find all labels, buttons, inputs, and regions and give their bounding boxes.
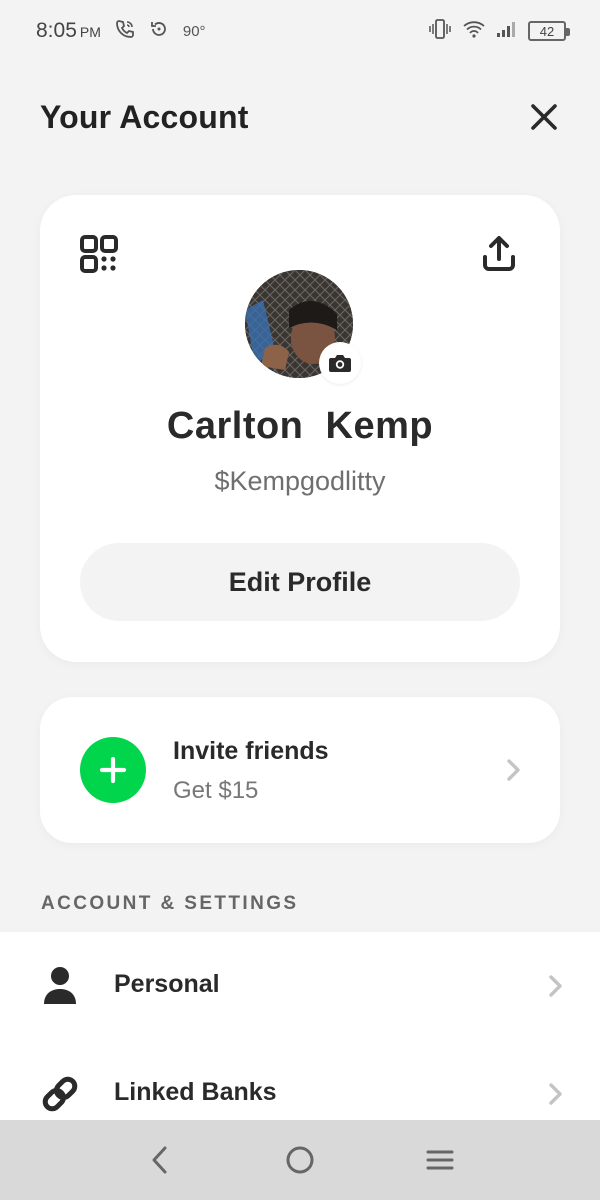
- menu-icon: [426, 1150, 454, 1170]
- status-bar-left: 8:05 PM 90°: [36, 19, 206, 44]
- plus-icon: [80, 737, 146, 803]
- invite-friends-card[interactable]: Invite friends Get $15: [40, 697, 560, 843]
- battery-level: 42: [539, 23, 555, 39]
- settings-item-label: Linked Banks: [114, 1078, 277, 1106]
- chevron-right-icon: [548, 1082, 564, 1111]
- person-icon: [38, 964, 82, 1008]
- profile-cashtag: $Kempgodlitty: [214, 466, 386, 496]
- vibrate-icon: [428, 18, 452, 45]
- link-icon: [38, 1072, 82, 1116]
- share-icon: [483, 236, 515, 271]
- nav-home-button[interactable]: [270, 1130, 330, 1190]
- nav-back-button[interactable]: [130, 1130, 190, 1190]
- change-photo-button[interactable]: [319, 342, 361, 384]
- close-button[interactable]: [524, 97, 564, 137]
- chevron-right-icon: [506, 758, 522, 787]
- share-button[interactable]: [480, 235, 520, 275]
- battery-indicator: 42: [528, 21, 570, 41]
- status-temperature: 90°: [182, 22, 206, 40]
- invite-title: Invite friends: [173, 737, 329, 765]
- qr-code-icon: [80, 235, 118, 273]
- back-icon: [152, 1146, 167, 1174]
- status-bar-right: 42: [428, 18, 570, 45]
- settings-list: Personal Linked Banks: [0, 932, 600, 1120]
- profile-card: Carlton Kemp $Kempgodlitty Edit Profile: [40, 195, 560, 662]
- avatar-container: [245, 270, 361, 384]
- status-ampm: PM: [79, 24, 101, 40]
- header: Your Account: [40, 92, 564, 142]
- status-bar: 8:05 PM 90° 42: [0, 0, 600, 62]
- sync-icon: [149, 19, 169, 44]
- invite-subtitle: Get $15: [173, 777, 259, 804]
- signal-icon: [496, 20, 518, 43]
- system-nav-bar: [0, 1120, 600, 1200]
- close-icon: [531, 104, 557, 130]
- settings-item-linked-banks[interactable]: Linked Banks: [0, 1040, 600, 1120]
- camera-icon: [329, 355, 351, 372]
- edit-profile-button[interactable]: Edit Profile: [80, 543, 520, 621]
- settings-item-personal[interactable]: Personal: [0, 932, 600, 1040]
- wifi-call-icon: [115, 19, 135, 44]
- wifi-icon: [462, 19, 486, 44]
- status-time: 8:05 PM: [36, 19, 101, 43]
- chevron-right-icon: [548, 974, 564, 1003]
- home-icon: [286, 1146, 314, 1174]
- nav-menu-button[interactable]: [410, 1130, 470, 1190]
- page-title: Your Account: [40, 98, 249, 135]
- settings-item-label: Personal: [114, 970, 220, 998]
- qr-code-button[interactable]: [80, 235, 120, 275]
- profile-name: Carlton Kemp: [166, 405, 434, 447]
- section-label-account-settings: ACCOUNT & SETTINGS: [41, 893, 299, 914]
- status-time-value: 8:05: [36, 19, 77, 42]
